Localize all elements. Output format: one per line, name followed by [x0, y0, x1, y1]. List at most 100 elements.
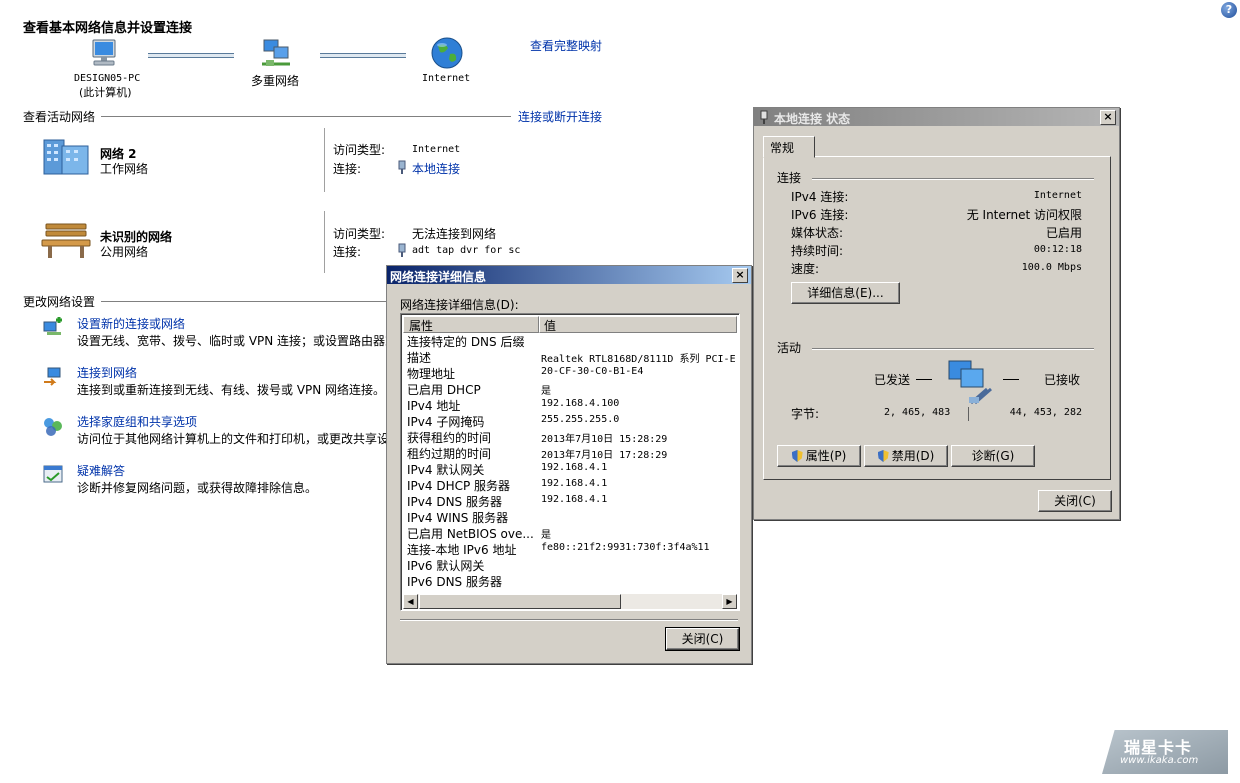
detail-row[interactable]: IPv4 DNS 服务器 192.168.4.1 — [401, 493, 737, 509]
detail-property: IPv4 DHCP 服务器 — [407, 479, 511, 493]
map-link-line — [148, 53, 234, 58]
media-state-label: 媒体状态: — [791, 226, 844, 240]
detail-row[interactable]: IPv6 默认网关 — [401, 557, 737, 573]
detail-value: 255.255.255.0 — [541, 414, 620, 425]
detail-row[interactable]: 已启用 DHCP 是 — [401, 381, 737, 397]
work-network-icon — [40, 136, 92, 176]
detail-property: 已启用 NetBIOS ove... — [407, 527, 534, 541]
detail-row[interactable]: IPv6 DNS 服务器 — [401, 573, 737, 589]
detail-value: fe80::21f2:9931:730f:3f4a%11 — [541, 542, 710, 553]
adapter-icon — [760, 110, 768, 124]
detail-value: 192.168.4.100 — [541, 398, 620, 409]
group-divider — [812, 348, 1094, 350]
status-dialog-title: 本地连接 状态 — [774, 112, 851, 126]
ipv6-label: IPv6 连接: — [791, 208, 849, 222]
detail-row[interactable]: IPv4 DHCP 服务器 192.168.4.1 — [401, 477, 737, 493]
horizontal-scrollbar[interactable]: ◀ ▶ — [403, 594, 737, 609]
detail-value: 是 — [541, 386, 551, 397]
task-title-link[interactable]: 疑难解答 — [77, 462, 125, 479]
tab-label: 常规 — [770, 141, 795, 155]
adapter-icon — [398, 243, 406, 257]
detail-property: IPv4 地址 — [407, 399, 461, 413]
help-icon[interactable]: ? — [1221, 2, 1237, 18]
duration-label: 持续时间: — [791, 244, 844, 258]
detail-row[interactable]: IPv4 地址 192.168.4.100 — [401, 397, 737, 413]
detail-value: 2013年7月10日 15:28:29 — [541, 434, 668, 445]
access-type-value: 无法连接到网络 — [412, 227, 497, 241]
detail-row[interactable]: 连接特定的 DNS 后缀 — [401, 333, 737, 349]
detail-property: IPv4 子网掩码 — [407, 415, 485, 429]
detail-value: 192.168.4.1 — [541, 462, 608, 473]
watermark-logo: 瑞星卡卡 www.ikaka.com — [1102, 730, 1228, 774]
homegroup-icon — [42, 416, 64, 438]
connect-disconnect-link[interactable]: 连接或断开连接 — [518, 108, 602, 125]
details-listview[interactable]: 属性 值 连接特定的 DNS 后缀 描述 Realtek RTL8168D/8111… — [400, 313, 740, 611]
detail-property: 物理地址 — [407, 367, 456, 381]
details-close-button[interactable]: 关闭(C) — [665, 627, 740, 651]
column-header-property[interactable]: 属性 — [403, 316, 539, 333]
ipv4-label: IPv4 连接: — [791, 190, 849, 204]
detail-row[interactable]: 已启用 NetBIOS ove... 是 — [401, 525, 737, 541]
shield-icon — [877, 450, 889, 462]
pc-name-label: DESIGN05-PC — [74, 73, 141, 84]
section-divider — [101, 301, 391, 302]
bytes-received-value: 44, 453, 282 — [1009, 407, 1082, 418]
scroll-right-arrow-icon[interactable]: ▶ — [722, 594, 737, 609]
ipv4-value: Internet — [1033, 190, 1082, 201]
diagnose-button[interactable]: 诊断(G) — [951, 445, 1035, 467]
task-title-link[interactable]: 设置新的连接或网络 — [77, 315, 185, 332]
detail-row[interactable]: 租约过期的时间 2013年7月10日 17:28:29 — [401, 445, 737, 461]
task-description: 设置无线、宽带、拨号、临时或 VPN 连接；或设置路由器或 — [77, 334, 398, 348]
detail-property: 连接特定的 DNS 后缀 — [407, 335, 525, 349]
detail-row[interactable]: IPv4 默认网关 192.168.4.1 — [401, 461, 737, 477]
disable-button[interactable]: 禁用(D) — [864, 445, 948, 467]
network-activity-icon — [947, 359, 993, 405]
column-header-value[interactable]: 值 — [539, 316, 737, 333]
task-description: 诊断并修复网络问题，或获得故障排除信息。 — [77, 481, 318, 495]
detail-property: 租约过期的时间 — [407, 447, 492, 461]
change-settings-heading: 更改网络设置 — [23, 295, 96, 309]
tap-adapter-link[interactable]: adt tap dvr for sc — [412, 245, 520, 256]
detail-value: 2013年7月10日 17:28:29 — [541, 450, 668, 461]
detail-property: 连接-本地 IPv6 地址 — [407, 543, 517, 557]
internet-label: Internet — [422, 73, 471, 84]
detail-property: IPv6 DNS 服务器 — [407, 575, 502, 589]
speed-value: 100.0 Mbps — [1021, 262, 1082, 273]
sent-dash — [916, 379, 932, 380]
close-icon[interactable]: × — [1100, 110, 1116, 125]
network-type-link[interactable]: 公用网络 — [100, 243, 148, 260]
scrollbar-thumb[interactable] — [419, 594, 621, 609]
properties-button[interactable]: 属性(P) — [777, 445, 861, 467]
detail-row[interactable]: 连接-本地 IPv6 地址 fe80::21f2:9931:730f:3f4a%1… — [401, 541, 737, 557]
page-title: 查看基本网络信息并设置连接 — [23, 21, 193, 36]
detail-row[interactable]: IPv4 WINS 服务器 — [401, 509, 737, 525]
detail-row[interactable]: IPv4 子网掩码 255.255.255.0 — [401, 413, 737, 429]
access-type-value: Internet — [412, 144, 461, 155]
detail-row[interactable]: 物理地址 20-CF-30-C0-B1-E4 — [401, 365, 737, 381]
detail-row[interactable]: 描述 Realtek RTL8168D/8111D 系列 PCI-E — [401, 349, 737, 365]
adapter-icon — [398, 160, 406, 174]
column-divider — [324, 128, 325, 192]
computer-icon — [86, 38, 122, 70]
connect-network-icon — [42, 366, 64, 388]
detail-property: IPv4 默认网关 — [407, 463, 485, 477]
close-icon[interactable]: × — [732, 268, 748, 283]
task-title-link[interactable]: 选择家庭组和共享选项 — [77, 413, 197, 430]
column-header-label: 属性 — [409, 319, 434, 333]
group-divider — [812, 178, 1094, 180]
disable-label: 禁用(D) — [891, 449, 935, 463]
view-full-map-link[interactable]: 查看完整映射 — [530, 37, 602, 54]
tab-general[interactable]: 常规 — [763, 136, 815, 158]
status-close-button[interactable]: 关闭(C) — [1038, 490, 1112, 512]
task-title-link[interactable]: 连接到网络 — [77, 364, 137, 381]
column-divider — [324, 211, 325, 273]
duration-value: 00:12:18 — [1033, 244, 1082, 255]
connection-group-label: 连接 — [777, 171, 802, 185]
scroll-left-arrow-icon[interactable]: ◀ — [403, 594, 418, 609]
details-button[interactable]: 详细信息(E)... — [791, 282, 900, 304]
local-connection-link[interactable]: 本地连接 — [412, 160, 460, 177]
detail-row[interactable]: 获得租约的时间 2013年7月10日 15:28:29 — [401, 429, 737, 445]
network-type-link[interactable]: 工作网络 — [100, 160, 148, 177]
media-state-value: 已启用 — [1045, 226, 1082, 240]
ipv6-value: 无 Internet 访问权限 — [966, 208, 1082, 222]
